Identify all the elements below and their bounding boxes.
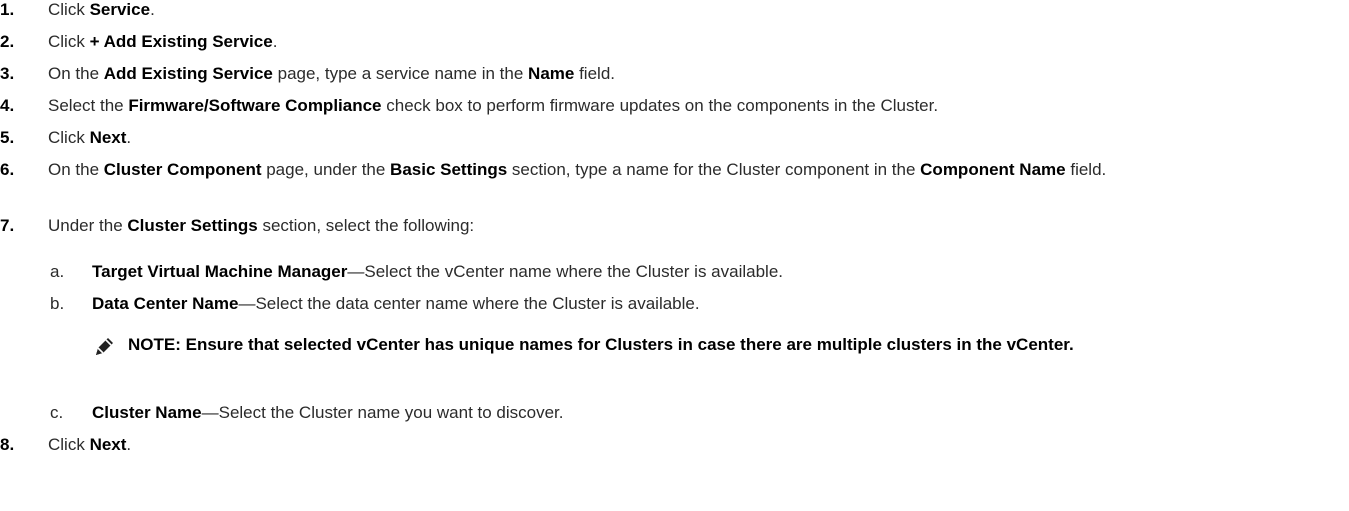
step-text: . [272,32,278,51]
step-5: 5. Click Next. [0,126,1349,150]
step-text: . [126,435,132,454]
substep-letter: a. [50,262,65,281]
substep-a: a. Target Virtual Machine Manager—Select… [0,260,1349,284]
pencil-note-icon [94,336,116,356]
step-text: field. [1065,160,1107,179]
ui-term-basic-settings: Basic Settings [390,160,508,179]
step-text: Click [48,435,90,454]
step-text: Under the [48,216,128,235]
ui-term-name: Name [528,64,575,83]
step-text: page, type a service name in the [272,64,529,83]
ui-term-cluster-settings: Cluster Settings [127,216,258,235]
substep-c: c. Cluster Name—Select the Cluster name … [0,401,1349,425]
step-number: 7. [0,216,15,235]
step-text: field. [574,64,615,83]
step-text: Click [48,0,90,19]
substep-letter: c. [50,403,64,422]
substep-b: b. Data Center Name—Select the data cent… [0,292,1349,316]
substep-text: —Select the Cluster name you want to dis… [201,403,564,422]
substep-text: —Select the data center name where the C… [238,294,700,313]
step-4: 4. Select the Firmware/Software Complian… [0,94,1349,118]
step-text: section, type a name for the Cluster com… [507,160,921,179]
step-text: Click [48,32,90,51]
step-number: 6. [0,160,15,179]
step-3: 3. On the Add Existing Service page, typ… [0,62,1349,86]
ui-term-target-vmm: Target Virtual Machine Manager [92,262,348,281]
ui-term-data-center-name: Data Center Name [92,294,239,313]
step-text: page, under the [261,160,391,179]
note-text: NOTE: Ensure that selected vCenter has u… [128,335,1074,354]
step-text: Click [48,128,90,147]
step-text: On the [48,64,104,83]
step-number: 2. [0,32,15,51]
ui-term-next: Next [89,435,127,454]
substep-letter: b. [50,294,65,313]
ui-term-cluster-component: Cluster Component [103,160,262,179]
step-number: 1. [0,0,15,19]
ui-term-add-existing-service: + Add Existing Service [89,32,273,51]
step-text: . [126,128,132,147]
ui-term-component-name: Component Name [920,160,1066,179]
step-6: 6. On the Cluster Component page, under … [0,158,1349,182]
step-7: 7. Under the Cluster Settings section, s… [0,214,1349,238]
step-text: Select the [48,96,129,115]
step-1: 1. Click Service. [0,0,1349,22]
step-2: 2. Click + Add Existing Service. [0,30,1349,54]
step-text: section, select the following: [257,216,475,235]
ui-term-service: Service [89,0,151,19]
step-text: check box to perform firmware updates on… [381,96,939,115]
step-number: 5. [0,128,15,147]
substep-text: —Select the vCenter name where the Clust… [347,262,783,281]
ui-term-firmware-compliance: Firmware/Software Compliance [128,96,382,115]
step-number: 3. [0,64,15,83]
ui-term-next: Next [89,128,127,147]
ui-term-cluster-name: Cluster Name [92,403,202,422]
ui-term-add-existing-service: Add Existing Service [103,64,273,83]
step-number: 4. [0,96,15,115]
step-8: 8. Click Next. [0,433,1349,457]
note-callout: NOTE: Ensure that selected vCenter has u… [0,333,1238,356]
step-number: 8. [0,435,15,454]
step-text: On the [48,160,104,179]
step-text: . [150,0,155,19]
